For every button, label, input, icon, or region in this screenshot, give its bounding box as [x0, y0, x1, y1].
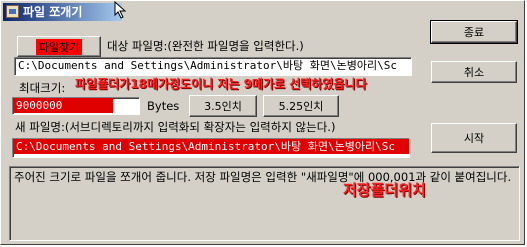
size-note-annotation: 파일폴더가18메가정도이니 저는 9메가로 선택하였읍니다 — [75, 77, 367, 91]
close-button[interactable]: 종료 — [430, 20, 518, 44]
source-file-label: 대상 파일명:(완전한 파일명을 입력한다.) — [107, 39, 304, 53]
dest-file-label: 새 파일명:(서브디렉토리까지 입력화되 확장자는 입력하지 않는다.) — [15, 120, 336, 134]
mouse-cursor-icon — [114, 1, 127, 19]
dest-path-input[interactable]: C:\Documents and Settings\Administrator\… — [12, 138, 410, 158]
open-file-button[interactable]: 파일찾기 — [17, 36, 101, 57]
description-text: 주어진 크기로 파일을 쪼개어 줍니다. 저장 파일명은 입력한 "새파일명"에… — [14, 170, 512, 184]
description-box: 주어진 크기로 파일을 쪼개어 줍니다. 저장 파일명은 입력한 "새파일명"에… — [9, 166, 520, 241]
start-button-label: 시작 — [463, 132, 485, 145]
cancel-button[interactable]: 취소 — [431, 61, 517, 83]
start-button[interactable]: 시작 — [431, 123, 517, 153]
max-size-value: 9000000 — [13, 98, 113, 113]
dest-path-value: C:\Documents and Settings\Administrator\… — [13, 139, 409, 154]
title-bar[interactable]: 파일 쪼개기 — [3, 3, 122, 21]
main-window: 파일 쪼개기 파일찾기 대상 파일명:(완전한 파일명을 입력한다.) 종료 C… — [0, 0, 525, 245]
bytes-unit-label: Bytes — [147, 99, 180, 113]
source-path-value: C:\Documents and Settings\Administrator\… — [18, 59, 397, 72]
floppy-525-label: 5.25인치 — [278, 100, 324, 113]
open-file-label: 파일찾기 — [35, 38, 83, 55]
max-size-label: 최대크기: — [19, 81, 66, 95]
floppy-525-button[interactable]: 5.25인치 — [263, 95, 339, 117]
max-size-input[interactable]: 9000000 — [12, 97, 140, 115]
source-path-input[interactable]: C:\Documents and Settings\Administrator\… — [14, 57, 412, 76]
cancel-button-label: 취소 — [463, 66, 485, 79]
floppy-35-label: 3.5인치 — [204, 100, 242, 113]
floppy-35-button[interactable]: 3.5인치 — [189, 95, 257, 117]
window-title: 파일 쪼개기 — [23, 5, 83, 19]
close-button-label: 종료 — [463, 26, 485, 39]
save-folder-annotation: 저장폴더위치 — [343, 181, 426, 199]
app-icon — [6, 5, 19, 18]
